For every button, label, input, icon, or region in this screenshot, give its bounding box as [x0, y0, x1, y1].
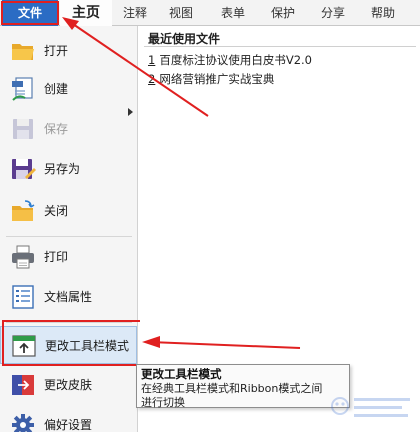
gear-icon	[12, 414, 34, 432]
menu-item-label: 打开	[44, 44, 69, 58]
recent-file-number: 1	[148, 53, 156, 67]
tab-file[interactable]: 文件	[2, 0, 58, 26]
tab-share[interactable]: 分享	[312, 0, 354, 26]
recent-files-title: 最近使用文件	[148, 32, 221, 46]
menu-item-change-skin[interactable]: 更改皮肤	[0, 366, 137, 404]
menu-item-print[interactable]: 打印	[0, 238, 137, 276]
create-pdf-icon	[12, 77, 33, 101]
ribbon-tab-bar: 文件 主页 注释 视图 表单 保护 分享 帮助	[0, 0, 420, 26]
recent-file-item[interactable]: 1 百度标注协议使用白皮书V2.0	[148, 52, 312, 68]
tooltip-title: 更改工具栏模式	[141, 367, 222, 381]
save-icon	[13, 119, 33, 139]
document-properties-icon	[12, 285, 34, 309]
menu-item-label: 创建	[44, 82, 69, 96]
tab-annotate[interactable]: 注释	[114, 0, 156, 26]
menu-item-document-properties[interactable]: 文档属性	[0, 278, 137, 316]
tab-home[interactable]: 主页	[60, 0, 112, 26]
recent-file-item[interactable]: 2 网络营销推广实战宝典	[148, 71, 274, 87]
tab-form[interactable]: 表单	[212, 0, 254, 26]
menu-item-label: 另存为	[44, 162, 81, 176]
menu-item-open[interactable]: 打开	[0, 32, 137, 70]
menu-item-create[interactable]: 创建	[0, 70, 137, 108]
menu-separator	[6, 236, 132, 237]
menu-separator	[6, 322, 132, 323]
tooltip-description-line-1: 在经典工具栏模式和Ribbon模式之间	[141, 382, 323, 395]
printer-icon	[12, 245, 34, 269]
menu-item-label: 关闭	[44, 204, 69, 218]
tooltip-description-line-2: 进行切换	[141, 396, 185, 409]
menu-item-label: 更改工具栏模式	[45, 339, 130, 353]
tab-protect[interactable]: 保护	[262, 0, 304, 26]
toolbar-mode-tooltip: 更改工具栏模式 在经典工具栏模式和Ribbon模式之间 进行切换	[136, 364, 350, 409]
menu-item-label: 偏好设置	[44, 418, 93, 432]
menu-item-preferences[interactable]: 偏好设置	[0, 406, 137, 432]
menu-item-label: 更改皮肤	[44, 378, 93, 392]
menu-item-label: 文档属性	[44, 290, 93, 304]
recent-files-divider	[144, 46, 416, 47]
recent-file-name: 网络营销推广实战宝典	[159, 72, 275, 86]
menu-item-label: 打印	[44, 250, 69, 264]
skin-icon	[12, 375, 34, 395]
tab-view[interactable]: 视图	[160, 0, 202, 26]
close-folder-icon	[12, 200, 35, 221]
recent-file-name: 百度标注协议使用白皮书V2.0	[159, 53, 312, 67]
watermark-logo	[331, 397, 410, 417]
menu-item-close[interactable]: 关闭	[0, 192, 137, 230]
menu-item-label: 保存	[44, 122, 69, 136]
menu-item-save-as[interactable]: 另存为	[0, 150, 137, 188]
save-as-icon	[12, 159, 36, 179]
folder-open-icon	[12, 44, 34, 60]
recent-file-number: 2	[148, 72, 156, 86]
menu-item-change-toolbar-mode[interactable]: 更改工具栏模式	[0, 326, 137, 364]
tab-help[interactable]: 帮助	[362, 0, 404, 26]
menu-item-save[interactable]: 保存	[0, 110, 137, 148]
toolbar-mode-icon	[12, 335, 36, 357]
file-menu-panel: 打开 创建 保存 另存为 关闭 打印 文档属性 更改工具栏模式 更改皮肤 偏好设…	[0, 26, 138, 432]
